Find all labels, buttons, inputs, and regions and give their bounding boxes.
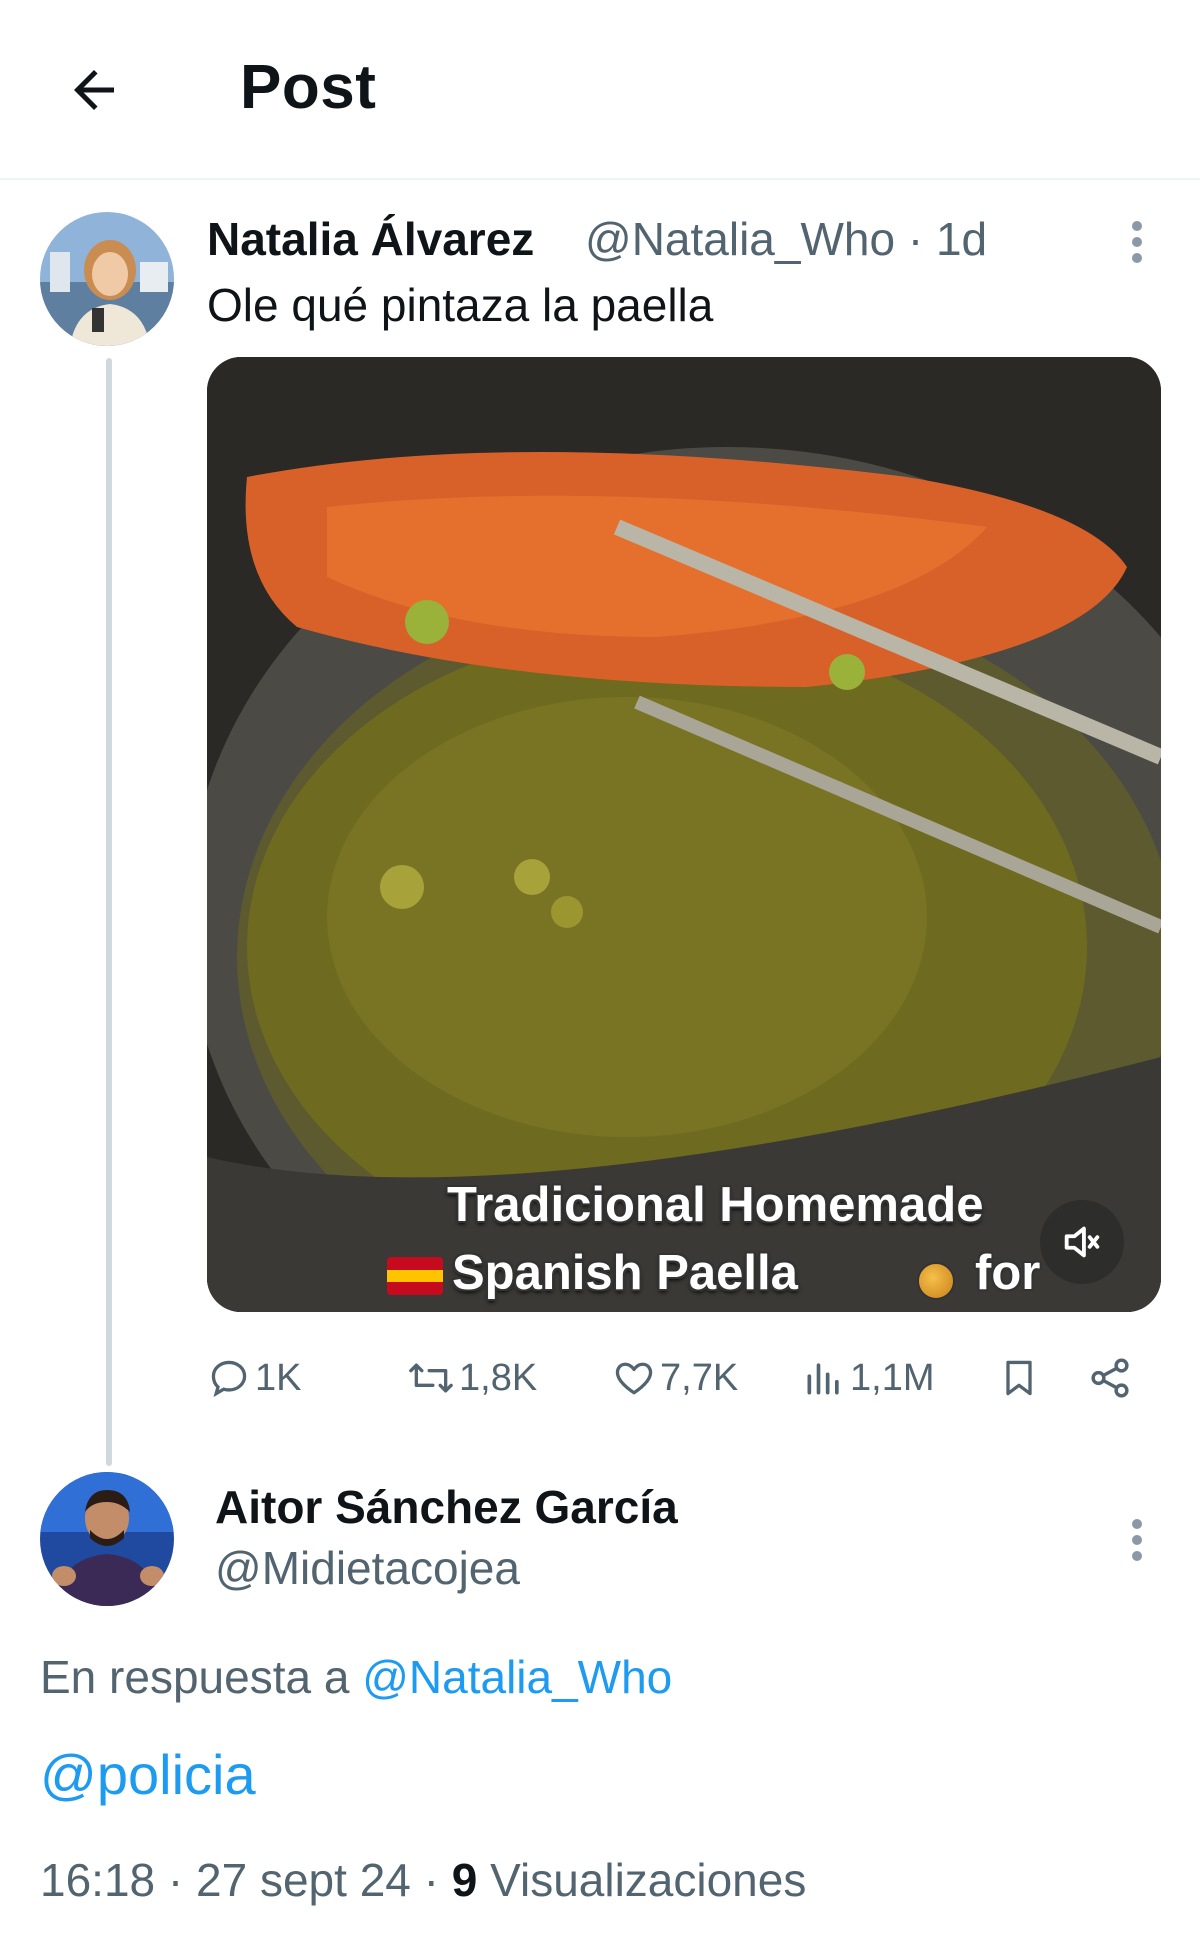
in-reply-to: En respuesta a @Natalia_Who [40, 1650, 672, 1704]
reply-count: 1K [255, 1356, 302, 1399]
meta-separator: · [167, 1854, 184, 1906]
author-meta: @Natalia_Who · 1d [585, 212, 987, 266]
views-button[interactable]: 1,1M [802, 1348, 934, 1408]
more-vertical-icon [1132, 1519, 1142, 1561]
page-title: Post [240, 53, 377, 122]
post-age[interactable]: 1d [936, 213, 987, 265]
video-caption-line1: Tradicional Homemade [447, 1178, 984, 1232]
more-vertical-icon [1132, 221, 1142, 263]
more-options-button[interactable] [1107, 212, 1167, 272]
reply-views-count: 9 [451, 1854, 478, 1906]
author-name[interactable]: Natalia Álvarez [207, 212, 534, 266]
reply-text-mention[interactable]: @policia [40, 1742, 256, 1807]
meta-separator: · [423, 1854, 439, 1906]
video-caption-line2: Spanish Paella [452, 1246, 798, 1300]
in-reply-handle-link[interactable]: @Natalia_Who [362, 1651, 672, 1703]
repost-count: 1,8K [459, 1356, 538, 1399]
volume-muted-icon [1064, 1226, 1100, 1258]
like-count: 7,7K [660, 1356, 739, 1399]
video-frame [207, 357, 1161, 1312]
reply-views-label: Visualizaciones [490, 1854, 807, 1906]
views-count: 1,1M [850, 1356, 935, 1399]
spain-flag-icon [387, 1257, 443, 1295]
meta-separator: · [907, 213, 924, 265]
reply-author-handle[interactable]: @Midietacojea [215, 1541, 520, 1595]
bookmark-icon [1006, 1360, 1032, 1396]
like-button[interactable]: 7,7K [612, 1348, 738, 1408]
bookmark-button[interactable] [997, 1348, 1041, 1408]
share-icon [1091, 1358, 1129, 1398]
reply-date[interactable]: 27 sept 24 [196, 1854, 411, 1906]
reply-more-options-button[interactable] [1107, 1510, 1167, 1570]
back-button[interactable] [52, 48, 136, 132]
arrow-left-icon [74, 70, 114, 110]
views-chart-icon [807, 1363, 839, 1395]
repost-icon [409, 1363, 453, 1393]
thread-line [106, 358, 112, 1466]
top-bar: Post [0, 0, 1200, 180]
post-text: Ole qué pintaza la paella [207, 279, 714, 331]
action-bar: 1K 1,8K 7,7K 1,1M [207, 1348, 1161, 1408]
reply-author-name[interactable]: Aitor Sánchez García [215, 1480, 678, 1534]
reply-icon [211, 1360, 247, 1398]
in-reply-prefix: En respuesta a [40, 1651, 350, 1703]
reply-time[interactable]: 16:18 [40, 1854, 155, 1906]
reply-button[interactable]: 1K [207, 1348, 301, 1408]
post-video[interactable]: Tradicional Homemade Spanish Paella for [207, 357, 1161, 1312]
heart-icon [615, 1362, 653, 1395]
share-button[interactable] [1087, 1348, 1133, 1408]
paella-emoji-icon [917, 1262, 955, 1300]
reply-author-avatar[interactable] [40, 1472, 174, 1606]
author-handle[interactable]: @Natalia_Who [585, 213, 895, 265]
mute-button[interactable] [1040, 1200, 1124, 1284]
reply-meta: 16:18 · 27 sept 24 · 9 Visualizaciones [40, 1853, 806, 1907]
video-caption-tail: for [975, 1246, 1041, 1300]
author-avatar[interactable] [40, 212, 174, 346]
repost-button[interactable]: 1,8K [407, 1348, 537, 1408]
